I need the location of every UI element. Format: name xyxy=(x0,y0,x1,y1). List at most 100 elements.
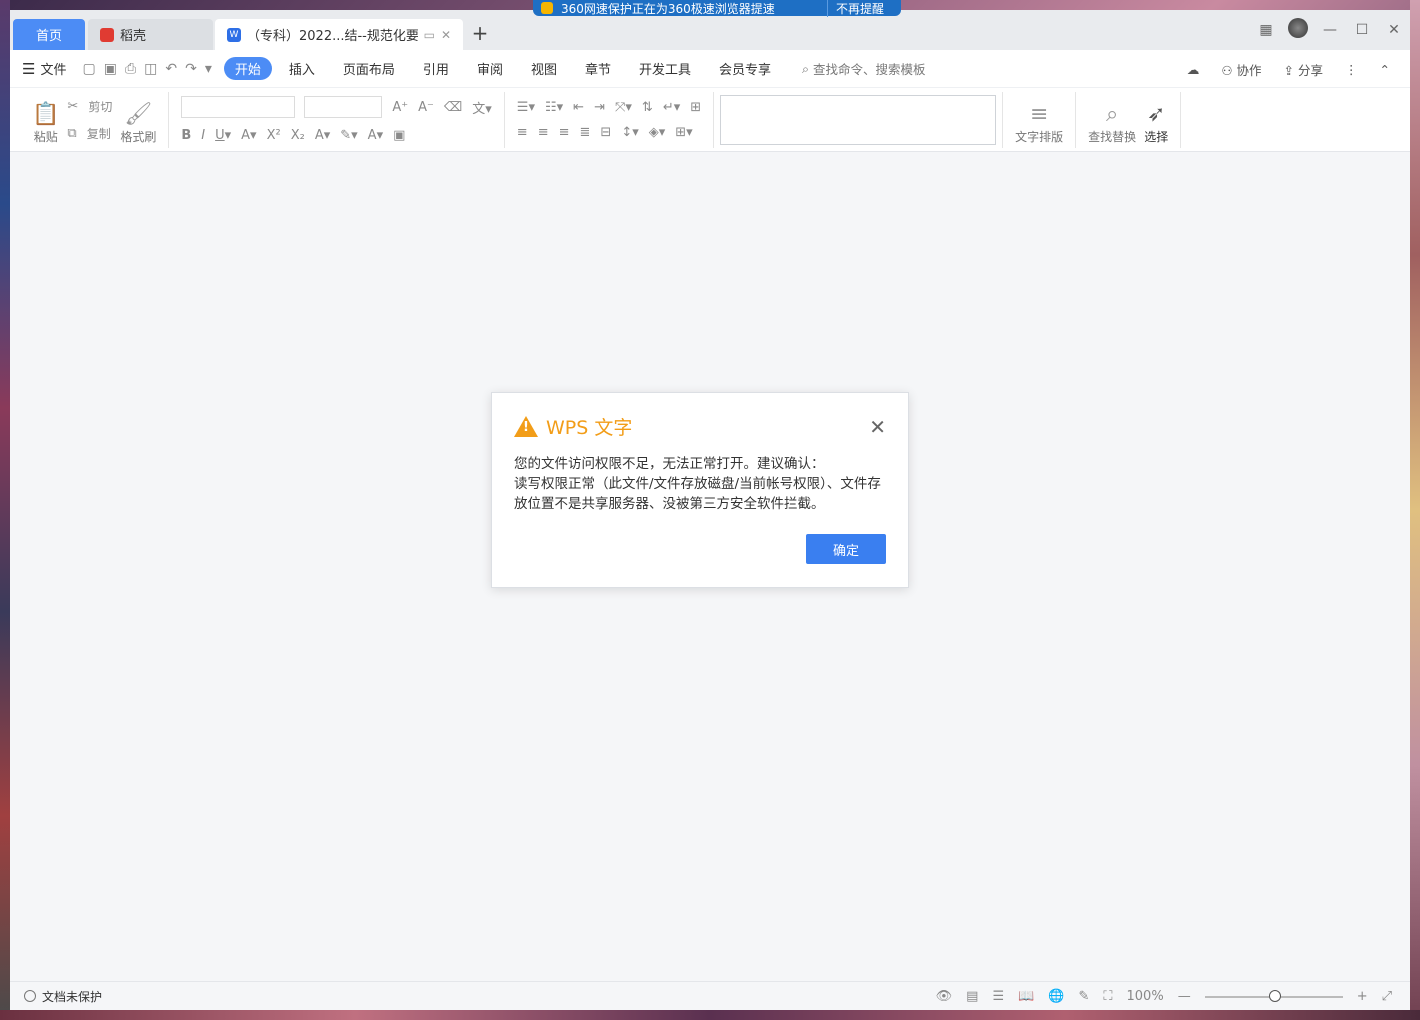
file-menu[interactable]: ☰ 文件 xyxy=(22,59,66,79)
customize-chevron-icon[interactable]: ▾ xyxy=(205,61,212,77)
show-marks-icon[interactable]: ↵▾ xyxy=(663,100,680,115)
char-border-icon[interactable]: ▣ xyxy=(393,128,405,143)
text-layout-button[interactable]: ≡ 文字排版 xyxy=(1015,95,1063,145)
grow-font-icon[interactable]: A⁺ xyxy=(392,100,408,115)
zoom-slider-handle[interactable] xyxy=(1268,989,1281,1002)
save-icon[interactable]: ▢ xyxy=(82,61,95,77)
print-preview-icon[interactable]: ◫ xyxy=(144,61,157,77)
align-center-icon[interactable]: ≡ xyxy=(538,125,549,140)
redo-icon[interactable]: ↷ xyxy=(185,61,197,77)
clear-format-icon[interactable]: ⌫ xyxy=(444,100,462,115)
menu-page-layout[interactable]: 页面布局 xyxy=(332,57,406,80)
menu-member[interactable]: 会员专享 xyxy=(708,57,782,80)
menu-review[interactable]: 审阅 xyxy=(466,57,514,80)
fit-page-icon[interactable]: ⛶ xyxy=(1103,989,1112,1004)
save-as-icon[interactable]: ▣ xyxy=(104,61,117,77)
command-search[interactable]: ⌕ 查找命令、搜索模板 xyxy=(802,59,926,78)
find-replace-button[interactable]: ⌕ 查找替换 xyxy=(1088,95,1136,145)
protection-status[interactable]: 文档未保护 xyxy=(24,988,102,1005)
align-right-icon[interactable]: ≡ xyxy=(559,125,570,140)
copy-button[interactable]: ⧉ 复制 xyxy=(67,125,112,142)
share-label: 分享 xyxy=(1298,62,1324,78)
apps-grid-icon[interactable]: ▦ xyxy=(1250,22,1282,38)
share-button[interactable]: ⇪ 分享 xyxy=(1284,60,1323,79)
tab-daoke-label: 稻壳 xyxy=(120,29,147,44)
justify-icon[interactable]: ≣ xyxy=(580,125,591,140)
cut-button[interactable]: ✂ 剪切 xyxy=(67,98,112,115)
tab-daoke[interactable]: 稻壳 xyxy=(88,19,213,50)
distributed-icon[interactable]: ⊟ xyxy=(600,125,611,140)
align-left-icon[interactable]: ≡ xyxy=(517,125,528,140)
eye-protection-icon[interactable]: 👁 xyxy=(936,989,953,1004)
phonetic-icon[interactable]: 文▾ xyxy=(472,98,492,117)
menu-view[interactable]: 视图 xyxy=(520,57,568,80)
close-window-button[interactable]: ✕ xyxy=(1378,22,1410,38)
maximize-button[interactable]: ☐ xyxy=(1346,22,1378,38)
decrease-indent-icon[interactable]: ⇤ xyxy=(573,100,584,115)
zoom-level[interactable]: 100% xyxy=(1127,989,1164,1004)
paste-button[interactable]: 📋 粘贴 xyxy=(32,95,59,145)
text-effect-icon[interactable]: A▾ xyxy=(315,128,330,143)
permission-error-dialog: WPS 文字 ✕ 您的文件访问权限不足，无法正常打开。建议确认： 读写权限正常（… xyxy=(491,392,909,588)
collapse-ribbon-icon[interactable]: ⌃ xyxy=(1380,62,1390,77)
superscript-icon[interactable]: X² xyxy=(267,128,281,143)
ok-button[interactable]: 确定 xyxy=(806,534,886,564)
new-tab-button[interactable]: + xyxy=(463,16,497,50)
fullscreen-icon[interactable]: ⤢ xyxy=(1382,989,1392,1004)
strikethrough-icon[interactable]: A▾ xyxy=(241,128,256,143)
format-painter-button[interactable]: 🖌 格式刷 xyxy=(120,95,156,145)
borders-icon[interactable]: ⊞▾ xyxy=(675,125,692,140)
shrink-font-icon[interactable]: A⁻ xyxy=(418,100,434,115)
cloud-sync-icon[interactable]: ☁ xyxy=(1187,62,1200,77)
menu-section[interactable]: 章节 xyxy=(574,57,622,80)
zoom-slider[interactable] xyxy=(1204,989,1343,1002)
web-view-icon[interactable]: 🌐 xyxy=(1048,989,1064,1004)
pin-icon[interactable]: ▭ xyxy=(424,28,435,42)
user-avatar[interactable] xyxy=(1282,18,1314,42)
minimize-button[interactable]: — xyxy=(1314,22,1346,38)
zoom-in-button[interactable]: + xyxy=(1357,989,1368,1004)
line-spacing-icon[interactable]: ↕▾ xyxy=(621,125,638,140)
chinese-layout-icon[interactable]: ⤧▾ xyxy=(615,100,632,115)
font-family-dropdown[interactable] xyxy=(181,96,296,118)
menu-right-actions: ☁ ⚇ 协作 ⇪ 分享 ⋮ ⌃ xyxy=(1187,50,1390,88)
shading-icon[interactable]: ◈▾ xyxy=(649,125,666,140)
select-button[interactable]: ➶ 选择 xyxy=(1144,95,1168,145)
menu-developer[interactable]: 开发工具 xyxy=(628,57,702,80)
page-view-icon[interactable]: ▤ xyxy=(966,989,978,1004)
tab-document[interactable]: W （专科）2022...结--规范化要求 ▭ ✕ xyxy=(215,19,463,50)
font-color-icon[interactable]: A▾ xyxy=(368,128,383,143)
more-options-icon[interactable]: ⋮ xyxy=(1345,62,1358,77)
reading-view-icon[interactable]: 📖 xyxy=(1018,989,1034,1004)
menu-references[interactable]: 引用 xyxy=(412,57,460,80)
dismiss-notification-button[interactable]: 不再提醒 xyxy=(827,0,893,17)
bold-icon[interactable]: B xyxy=(181,128,191,143)
close-tab-icon[interactable]: ✕ xyxy=(441,28,451,42)
menu-insert[interactable]: 插入 xyxy=(278,57,326,80)
cursor-icon: ➶ xyxy=(1146,101,1166,127)
sort-icon[interactable]: ⇅ xyxy=(642,100,653,115)
highlight-icon[interactable]: ✎▾ xyxy=(340,128,357,143)
protection-label: 文档未保护 xyxy=(42,989,103,1004)
bullet-list-icon[interactable]: ☰▾ xyxy=(517,100,535,115)
close-dialog-icon[interactable]: ✕ xyxy=(869,415,886,439)
zoom-out-button[interactable]: — xyxy=(1178,989,1191,1004)
print-icon[interactable]: ⎙ xyxy=(125,61,136,77)
styles-gallery[interactable] xyxy=(720,94,997,145)
font-size-dropdown[interactable] xyxy=(304,96,383,118)
increase-indent-icon[interactable]: ⇥ xyxy=(594,100,605,115)
clipboard-group: 📋 粘贴 ✂ 剪切 ⧉ 复制 🖌 格式刷 xyxy=(20,91,170,148)
editing-group: ⌕ 查找替换 ➶ 选择 xyxy=(1076,91,1182,148)
numbered-list-icon[interactable]: ☷▾ xyxy=(545,100,563,115)
italic-icon[interactable]: I xyxy=(201,128,205,143)
tab-home[interactable]: 首页 xyxy=(13,19,85,50)
clipboard-icon: 📋 xyxy=(32,101,60,127)
table-icon[interactable]: ⊞ xyxy=(690,100,701,115)
outline-view-icon[interactable]: ☰ xyxy=(992,989,1004,1004)
write-mode-icon[interactable]: ✎ xyxy=(1079,989,1090,1004)
underline-icon[interactable]: U▾ xyxy=(215,128,231,143)
subscript-icon[interactable]: X₂ xyxy=(291,128,305,143)
menu-home[interactable]: 开始 xyxy=(223,57,272,80)
undo-icon[interactable]: ↶ xyxy=(165,61,177,77)
collaborate-button[interactable]: ⚇ 协作 xyxy=(1221,60,1261,79)
